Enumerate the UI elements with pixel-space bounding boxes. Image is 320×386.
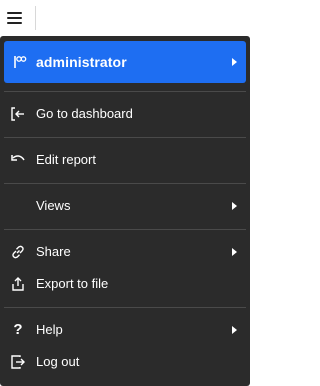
menu-item-share[interactable]: Share bbox=[4, 238, 246, 266]
menu-divider bbox=[4, 307, 246, 308]
menu-item-export-to-file[interactable]: Export to file bbox=[4, 270, 246, 298]
menu-item-label: Edit report bbox=[36, 152, 96, 167]
menu-item-label: Share bbox=[36, 244, 71, 259]
link-icon bbox=[12, 245, 24, 259]
menu-divider bbox=[4, 137, 246, 138]
menu-divider bbox=[4, 229, 246, 230]
menu-divider bbox=[4, 183, 246, 184]
menu-item-help[interactable]: ? Help bbox=[4, 316, 246, 344]
chevron-right-icon bbox=[232, 202, 237, 210]
logout-icon bbox=[11, 355, 25, 369]
menu-item-edit-report[interactable]: Edit report bbox=[4, 146, 246, 174]
menu-item-label: Views bbox=[36, 198, 71, 213]
export-icon bbox=[12, 277, 24, 291]
flag-icon bbox=[14, 56, 27, 68]
undo-arrow-icon bbox=[11, 155, 25, 161]
login-arrow-icon bbox=[11, 107, 24, 121]
menu-divider bbox=[4, 91, 246, 92]
menu-item-views[interactable]: Views bbox=[4, 192, 246, 220]
toolbar-divider bbox=[35, 6, 36, 30]
chevron-right-icon bbox=[232, 58, 237, 66]
chevron-right-icon bbox=[232, 326, 237, 334]
top-bar bbox=[0, 0, 250, 36]
menu-item-go-to-dashboard[interactable]: Go to dashboard bbox=[4, 100, 246, 128]
user-name-label: administrator bbox=[36, 54, 127, 70]
menu-item-label: Log out bbox=[36, 354, 80, 369]
main-menu: administrator Go to dashboard Edit repor… bbox=[0, 36, 250, 386]
question-icon: ? bbox=[13, 321, 23, 338]
menu-item-log-out[interactable]: Log out bbox=[4, 348, 246, 376]
menu-item-label: Help bbox=[36, 322, 63, 337]
menu-item-label: Go to dashboard bbox=[36, 106, 133, 121]
menu-item-label: Export to file bbox=[36, 276, 109, 291]
hamburger-icon[interactable] bbox=[6, 10, 24, 26]
user-menu-item[interactable]: administrator bbox=[4, 41, 246, 83]
chevron-right-icon bbox=[232, 248, 237, 256]
